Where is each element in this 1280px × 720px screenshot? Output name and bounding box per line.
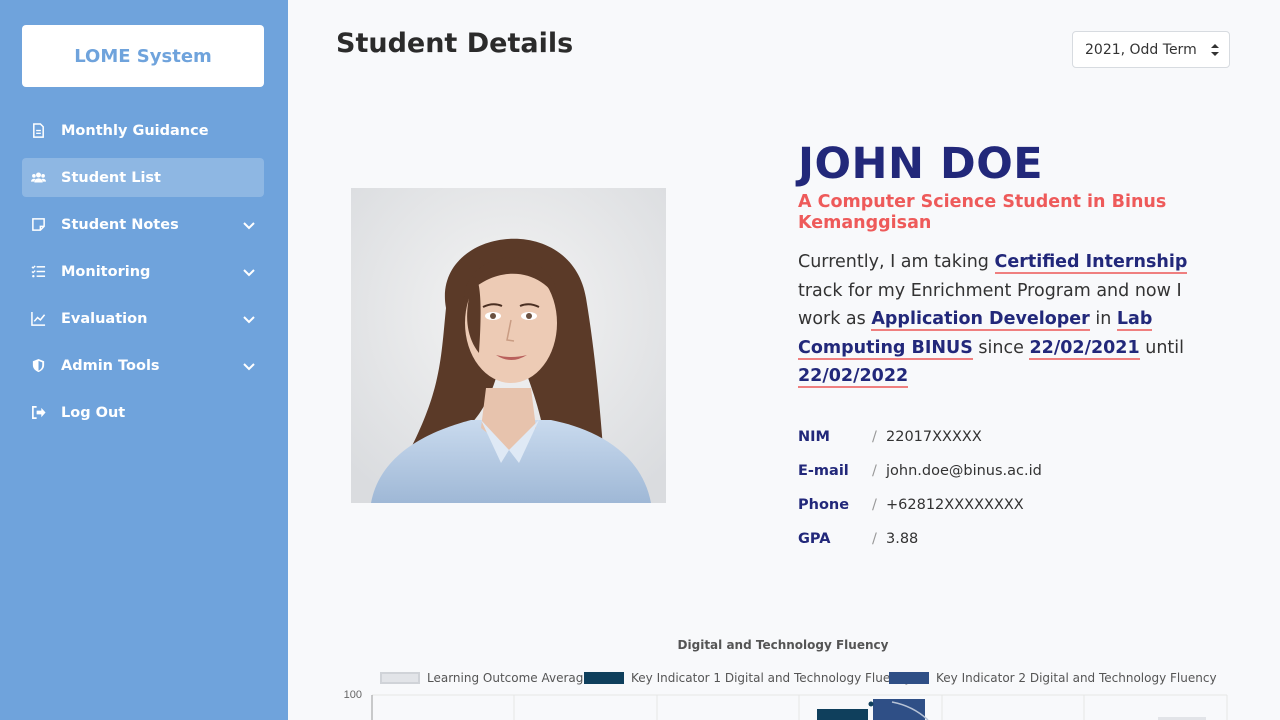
student-name: JOHN DOE xyxy=(798,139,1044,189)
detail-key: NIM xyxy=(798,429,830,445)
sidebar-item-label: Monthly Guidance xyxy=(61,122,209,139)
detail-key: GPA xyxy=(798,531,831,547)
sidebar: LOME System Monthly Guidance Student Lis… xyxy=(0,0,288,720)
student-description: Currently, I am taking Certified Interns… xyxy=(798,248,1198,391)
sidebar-item-monitoring[interactable]: Monitoring xyxy=(22,252,264,291)
end-date: 22/02/2022 xyxy=(798,366,909,388)
chevron-down-icon xyxy=(243,315,255,323)
detail-value: 3.88 xyxy=(886,531,919,547)
y-tick-100: 100 xyxy=(344,689,362,701)
users-icon xyxy=(30,170,46,186)
profile-info: JOHN DOE A Computer Science Student in B… xyxy=(798,140,1198,391)
sidebar-item-evaluation[interactable]: Evaluation xyxy=(22,299,264,338)
desc-text: Currently, I am taking xyxy=(798,252,989,272)
select-arrows-icon xyxy=(1211,44,1219,56)
chevron-down-icon xyxy=(243,268,255,276)
student-subtitle: A Computer Science Student in Binus Kema… xyxy=(798,192,1167,233)
sidebar-item-label: Admin Tools xyxy=(61,357,160,374)
brand-logo[interactable]: LOME System xyxy=(22,25,264,87)
sidebar-item-student-list[interactable]: Student List xyxy=(22,158,264,197)
chart-title: Digital and Technology Fluency xyxy=(677,638,889,652)
bar-ki2[interactable] xyxy=(873,699,925,720)
chevron-down-icon xyxy=(243,362,255,370)
detail-row-email: E-mail / john.doe@binus.ac.id xyxy=(798,454,1042,488)
detail-value: +62812XXXXXXXX xyxy=(886,497,1024,513)
desc-text: until xyxy=(1145,337,1185,358)
logout-icon xyxy=(30,405,46,421)
chart-plot: 100 xyxy=(344,689,1228,720)
detail-key: Phone xyxy=(798,497,850,513)
position-link: Application Developer xyxy=(871,309,1090,331)
line-chart-icon xyxy=(30,311,46,327)
desc-text: in xyxy=(1095,309,1112,329)
shield-icon xyxy=(30,358,46,374)
detail-row-phone: Phone / +62812XXXXXXXX xyxy=(798,488,1042,522)
sidebar-item-label: Student Notes xyxy=(61,216,179,233)
sidebar-item-admin-tools[interactable]: Admin Tools xyxy=(22,346,264,385)
start-date: 22/02/2021 xyxy=(1029,337,1140,360)
sidebar-item-label: Monitoring xyxy=(61,263,151,280)
note-icon xyxy=(30,217,46,233)
detail-separator: / xyxy=(872,531,877,547)
sidebar-nav: Monthly Guidance Student List Student No… xyxy=(22,111,264,440)
data-point[interactable] xyxy=(868,701,874,707)
detail-separator: / xyxy=(872,497,877,513)
sidebar-item-log-out[interactable]: Log Out xyxy=(22,393,264,432)
page-title: Student Details xyxy=(336,28,574,59)
detail-value: john.doe@binus.ac.id xyxy=(886,463,1042,479)
chevron-down-icon xyxy=(243,221,255,229)
bar-ki1[interactable] xyxy=(817,709,868,720)
student-details: NIM / 22017XXXXX E-mail / john.doe@binus… xyxy=(798,420,1042,556)
sidebar-item-label: Log Out xyxy=(61,404,126,421)
sidebar-item-monthly-guidance[interactable]: Monthly Guidance xyxy=(22,111,264,150)
term-select-value: 2021, Odd Term xyxy=(1085,41,1197,58)
desc-text: since xyxy=(978,337,1024,358)
detail-row-nim: NIM / 22017XXXXX xyxy=(798,420,1042,454)
student-photo xyxy=(351,188,666,503)
sidebar-item-label: Student List xyxy=(61,169,161,186)
detail-key: E-mail xyxy=(798,463,849,479)
detail-separator: / xyxy=(872,429,877,445)
detail-row-gpa: GPA / 3.88 xyxy=(798,522,1042,556)
tasks-icon xyxy=(30,264,46,280)
track-link: Certified Internship xyxy=(994,252,1188,274)
document-icon xyxy=(30,123,46,139)
sidebar-item-label: Evaluation xyxy=(61,310,148,327)
sidebar-item-student-notes[interactable]: Student Notes xyxy=(22,205,264,244)
detail-value: 22017XXXXX xyxy=(886,429,982,445)
detail-separator: / xyxy=(872,463,877,479)
term-select[interactable]: 2021, Odd Term xyxy=(1072,31,1230,68)
